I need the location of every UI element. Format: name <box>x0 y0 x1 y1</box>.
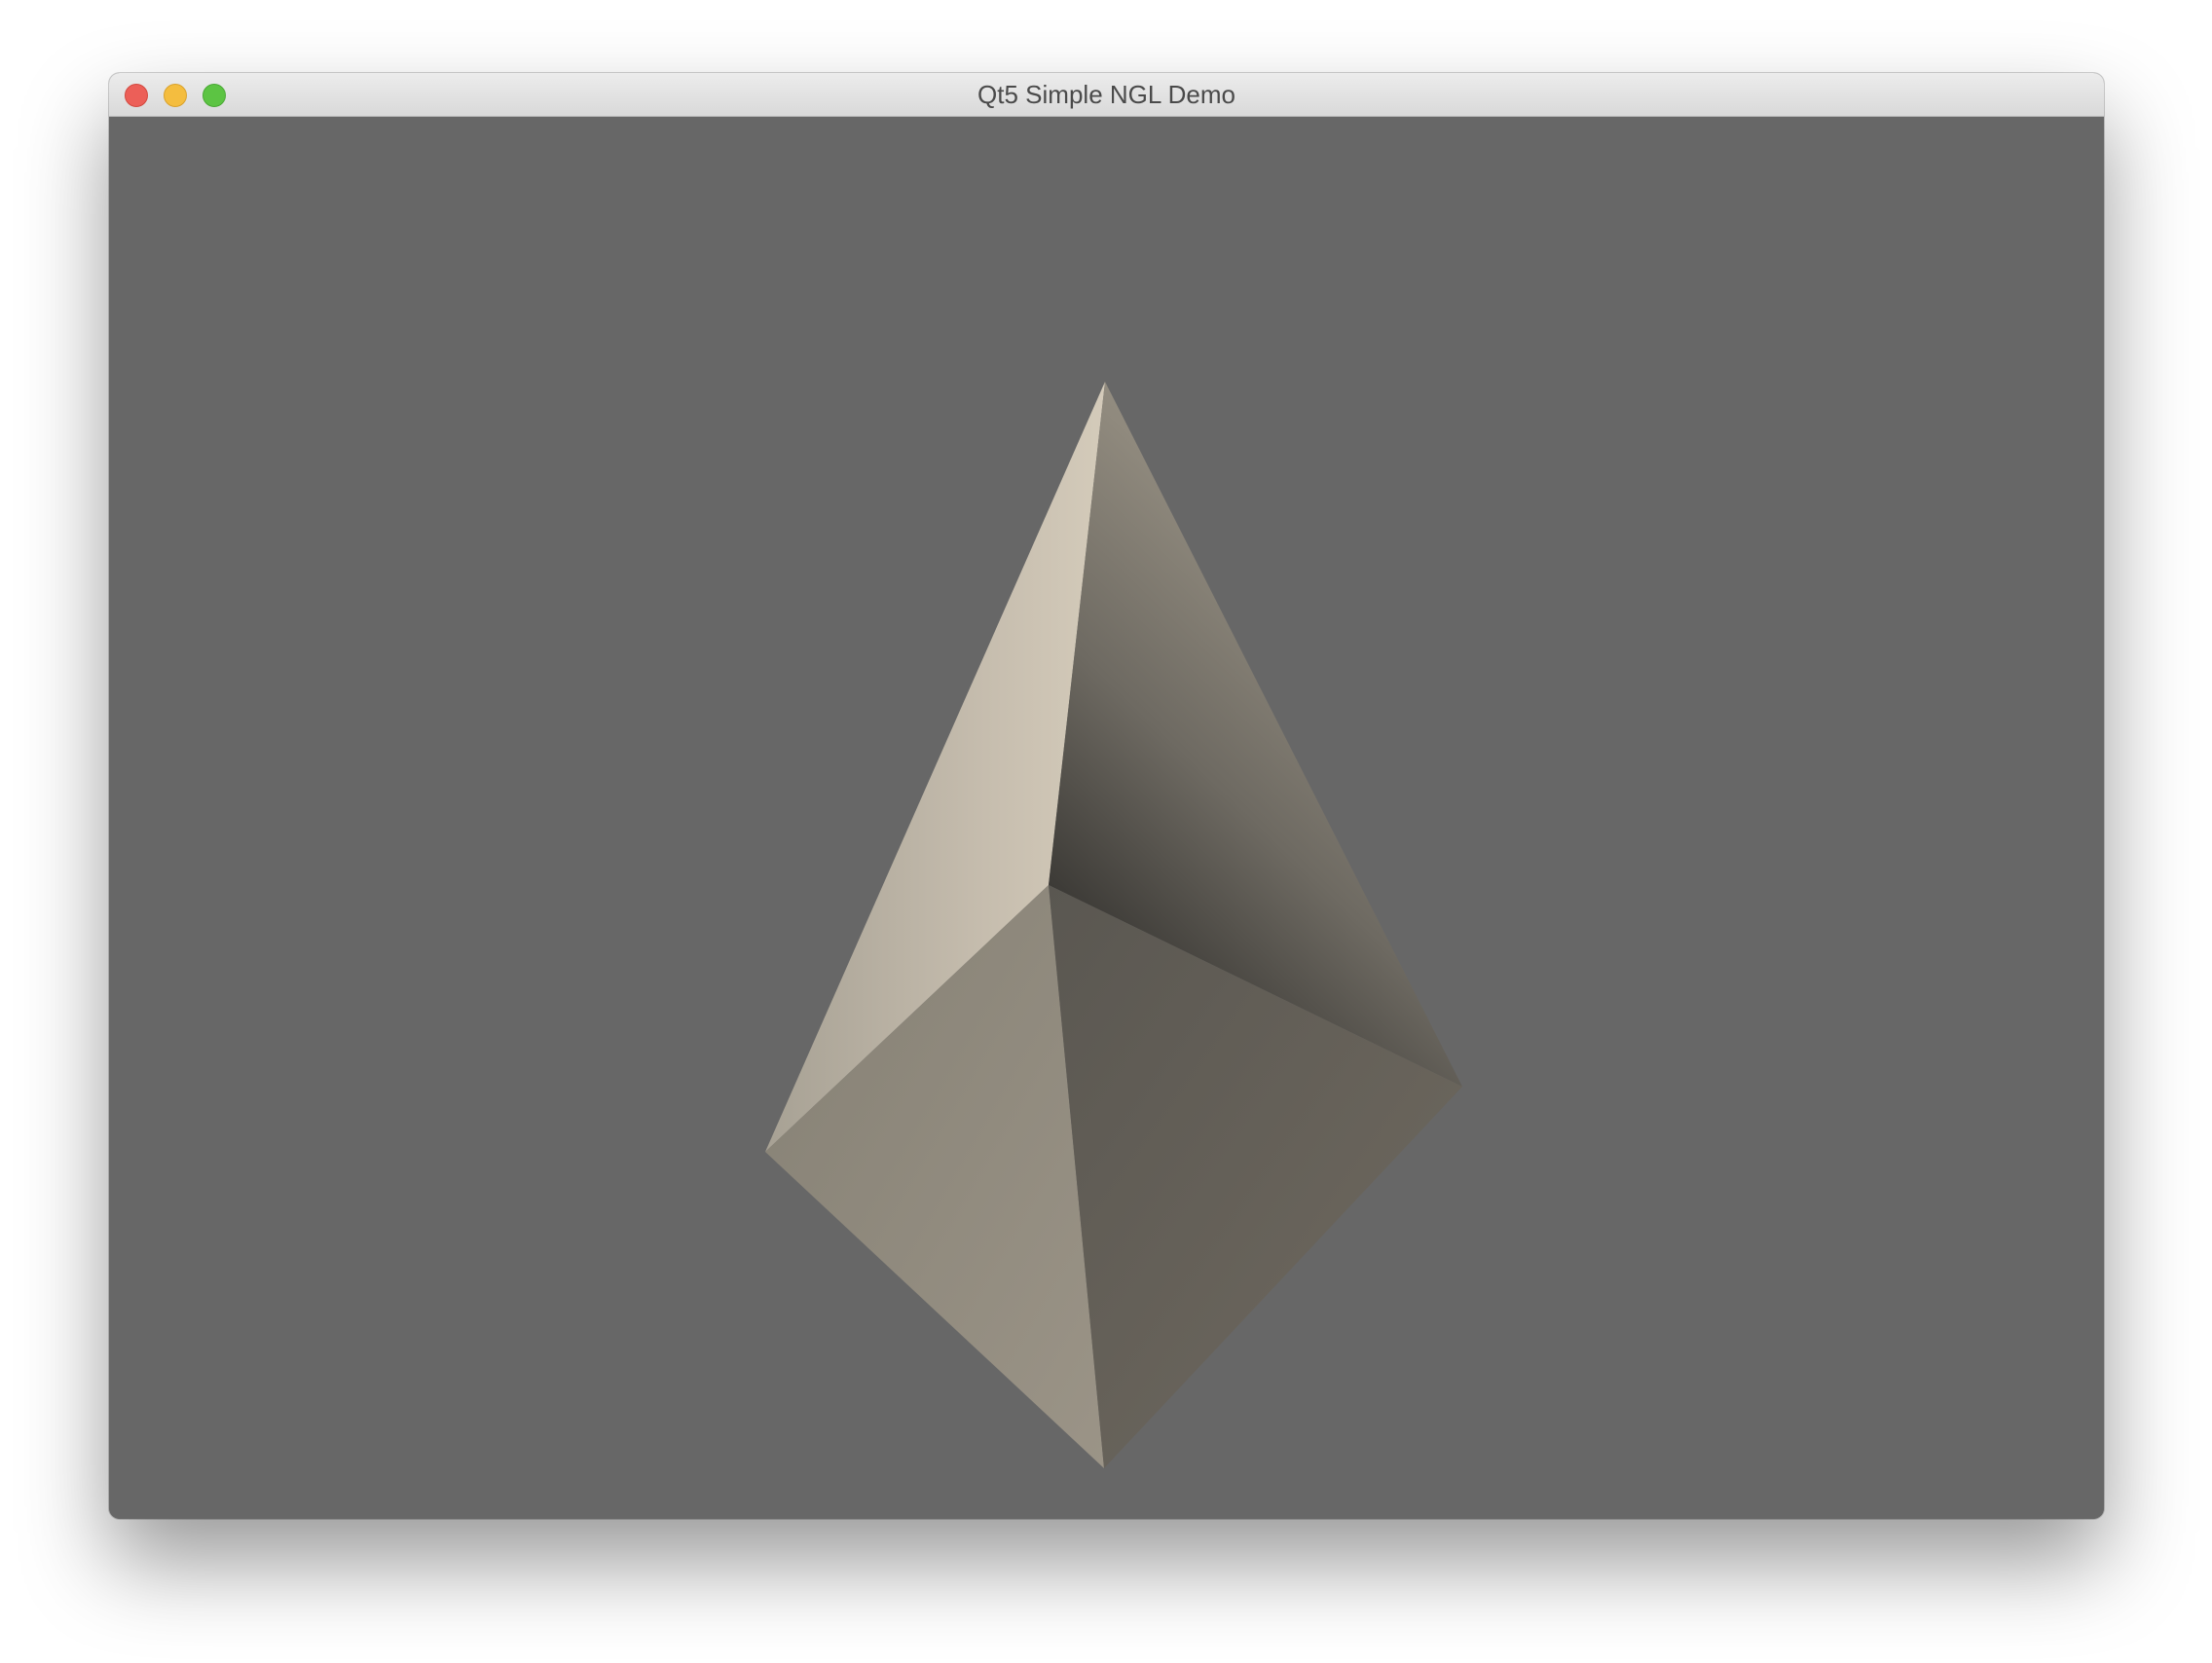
window-title: Qt5 Simple NGL Demo <box>977 80 1235 109</box>
gl-viewport[interactable] <box>109 117 2104 1519</box>
title-bar[interactable]: Qt5 Simple NGL Demo <box>109 73 2104 117</box>
scene-canvas[interactable] <box>109 117 2104 1519</box>
tetrahedron-model <box>765 382 1462 1468</box>
app-window: Qt5 Simple NGL Demo <box>109 73 2104 1519</box>
